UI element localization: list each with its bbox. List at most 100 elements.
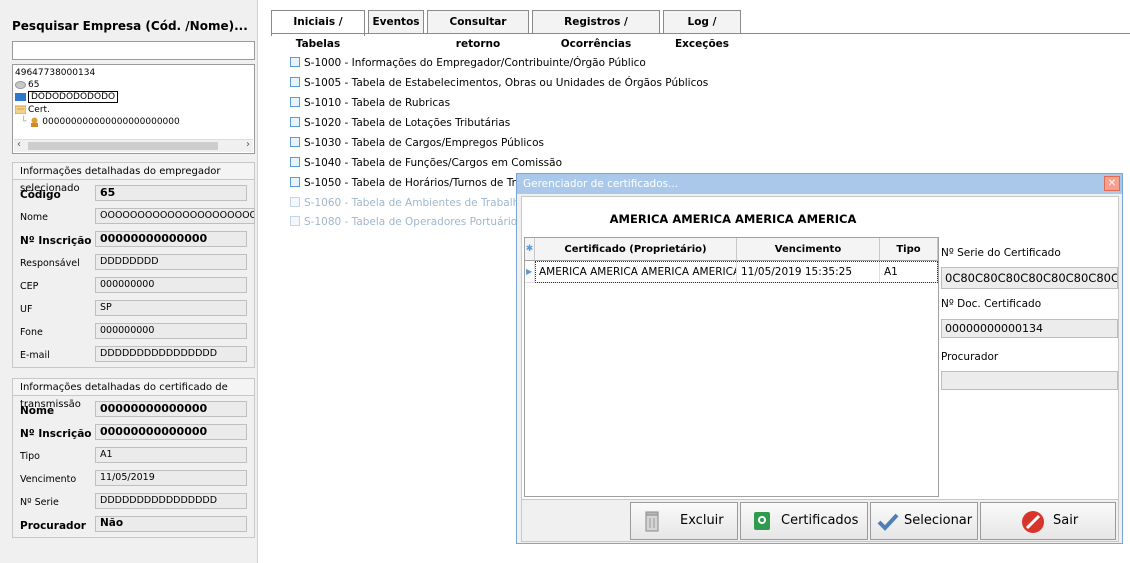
certificate-grid[interactable]: ✱ Certificado (Proprietário) Vencimento … — [524, 237, 939, 497]
checkbox-icon[interactable] — [290, 97, 300, 107]
exit-icon — [1021, 510, 1044, 533]
scroll-right-icon[interactable]: › — [246, 139, 250, 150]
tab-log-excecoes[interactable]: Log / Exceções — [663, 10, 741, 50]
field-label: UF — [20, 304, 33, 315]
tree-company-label: DODODODODODO — [28, 91, 119, 103]
field-value: 000000000 — [95, 323, 247, 339]
field-label: Responsável — [20, 258, 80, 269]
tree-node-code[interactable]: 65 — [15, 80, 39, 90]
tree-node-company[interactable]: DODODODODODO — [15, 91, 119, 103]
doc-field[interactable]: 00000000000134 — [941, 319, 1118, 338]
tree-node-cnpj[interactable]: 49647738000134 — [15, 68, 95, 78]
procurador-label: Procurador — [941, 351, 999, 363]
grid-header-tipo[interactable]: Tipo — [880, 238, 938, 261]
field-label: CEP — [20, 281, 39, 292]
event-checkbox-s1040[interactable]: S-1040 - Tabela de Funções/Cargos em Com… — [290, 157, 562, 169]
field-label: Nº Inscrição — [20, 428, 92, 440]
field-value: 65 — [95, 185, 247, 201]
serie-label: Nº Serie do Certificado — [941, 247, 1061, 259]
excluir-label: Excluir — [680, 513, 724, 528]
event-label: S-1030 - Tabela de Cargos/Empregos Públi… — [304, 137, 544, 149]
tab-consultar-retorno[interactable]: Consultar retorno — [427, 10, 529, 50]
checkbox-icon[interactable] — [290, 177, 300, 187]
dialog-heading: AMERICA AMERICA AMERICA AMERICA — [609, 212, 857, 226]
scrollbar-thumb[interactable] — [28, 142, 218, 150]
event-checkbox-s1000[interactable]: S-1000 - Informações do Empregador/Contr… — [290, 57, 646, 69]
field-label: Nome — [20, 405, 55, 417]
cert-field-nome: Nome 00000000000000 — [13, 399, 254, 422]
search-input[interactable] — [12, 41, 255, 60]
event-checkbox-s1030[interactable]: S-1030 - Tabela de Cargos/Empregos Públi… — [290, 137, 544, 149]
field-value: DDDDDDDDDDDDDDDD — [95, 346, 247, 362]
certificados-button[interactable]: Certificados — [740, 502, 868, 540]
selecionar-label: Selecionar — [904, 513, 973, 528]
cert-field-vencimento: Vencimento 11/05/2019 — [13, 468, 254, 491]
employer-field-responsavel: Responsável DDDDDDDD — [13, 252, 254, 275]
sair-label: Sair — [1053, 513, 1079, 528]
left-panel: Pesquisar Empresa (Cód. /Nome)... 496477… — [0, 0, 258, 563]
selecionar-button[interactable]: Selecionar — [870, 502, 978, 540]
checkbox-icon[interactable] — [290, 117, 300, 127]
employer-field-nome: Nome OOOOOOOOOOOOOOOOOOOOO — [13, 206, 255, 229]
field-label: Nº Serie — [20, 497, 59, 508]
tree-cert-label: Cert. — [28, 105, 50, 115]
tab-divider — [271, 33, 1130, 34]
checkbox-icon[interactable] — [290, 137, 300, 147]
field-value: 00000000000000 — [95, 424, 247, 440]
employer-field-codigo: Código 65 — [13, 183, 254, 206]
employer-field-inscricao: Nº Inscrição 00000000000000 — [13, 229, 254, 252]
event-checkbox-s1020[interactable]: S-1020 - Tabela de Lotações Tributárias — [290, 117, 510, 129]
field-label: Nº Inscrição — [20, 235, 92, 247]
field-value: A1 — [95, 447, 247, 463]
tree-horizontal-scrollbar[interactable]: ‹ › — [14, 139, 253, 152]
tree-node-cert[interactable]: Cert. — [14, 105, 50, 115]
employer-details-title: Informações detalhadas do empregador sel… — [13, 163, 254, 194]
employer-field-fone: Fone 000000000 — [13, 321, 254, 344]
search-title: Pesquisar Empresa (Cód. /Nome)... — [12, 19, 248, 33]
grid-header-vencimento[interactable]: Vencimento — [737, 238, 880, 261]
checkmark-icon — [877, 510, 899, 532]
event-checkbox-s1005[interactable]: S-1005 - Tabela de Estabelecimentos, Obr… — [290, 77, 708, 89]
field-value: 000000000 — [95, 277, 247, 293]
sair-button[interactable]: Sair — [980, 502, 1116, 540]
scroll-left-icon[interactable]: ‹ — [17, 139, 21, 150]
field-label: Vencimento — [20, 474, 77, 485]
field-value: Não — [95, 516, 247, 532]
close-icon[interactable]: ✕ — [1104, 176, 1120, 191]
event-label: S-1060 - Tabela de Ambientes de Trabalho — [304, 197, 526, 209]
certificate-icon — [751, 510, 773, 532]
serie-field[interactable]: 0C80C80C80C80C80C80C80C83 — [941, 267, 1118, 289]
dialog-button-bar: Excluir Certificados Selecionar Sair — [522, 499, 1118, 541]
event-checkbox-s1080: S-1080 - Tabela de Operadores Portuários — [290, 216, 523, 228]
event-checkbox-s1010[interactable]: S-1010 - Tabela de Rubricas — [290, 97, 450, 109]
event-label: S-1000 - Informações do Empregador/Contr… — [304, 57, 646, 69]
certificate-details-title: Informações detalhadas do certificado de… — [13, 379, 254, 410]
event-label: S-1010 - Tabela de Rubricas — [304, 97, 451, 109]
grid-corner-icon: ✱ — [525, 238, 535, 261]
event-label: S-1005 - Tabela de Estabelecimentos, Obr… — [304, 77, 709, 89]
company-tree[interactable]: 49647738000134 65 DODODODODODO Cert. └ 0… — [12, 64, 255, 154]
certificate-manager-dialog: Gerenciador de certificados... ✕ AMERICA… — [516, 173, 1123, 544]
tab-eventos[interactable]: Eventos — [368, 10, 424, 34]
event-checkbox-s1050[interactable]: S-1050 - Tabela de Horários/Turnos de Tr… — [290, 177, 535, 189]
field-value: DDDDDDDDDDDDDDDD — [95, 493, 247, 509]
certificados-label: Certificados — [781, 513, 859, 528]
checkbox-icon[interactable] — [290, 57, 300, 67]
row-selector-icon[interactable]: ▶ — [525, 261, 535, 283]
company-icon — [15, 92, 26, 101]
employer-field-cep: CEP 000000000 — [13, 275, 254, 298]
procurador-field[interactable] — [941, 371, 1118, 390]
tab-registros-ocorrencias[interactable]: Registros / Ocorrências — [532, 10, 660, 50]
tree-code-label: 65 — [28, 80, 40, 90]
field-label: Fone — [20, 327, 43, 338]
doc-label: Nº Doc. Certificado — [941, 298, 1042, 310]
tree-node-cert-value[interactable]: └ 000000000000000000000000 — [21, 117, 180, 127]
checkbox-icon[interactable] — [290, 157, 300, 167]
excluir-button[interactable]: Excluir — [630, 502, 738, 540]
checkbox-icon[interactable] — [290, 77, 300, 87]
field-value: SP — [95, 300, 247, 316]
event-label: S-1050 - Tabela de Horários/Turnos de Tr… — [304, 177, 536, 189]
grid-header-certificado[interactable]: Certificado (Proprietário) — [535, 238, 737, 261]
field-value: 11/05/2019 — [95, 470, 247, 486]
tree-cert-value: 000000000000000000000000 — [42, 117, 180, 127]
